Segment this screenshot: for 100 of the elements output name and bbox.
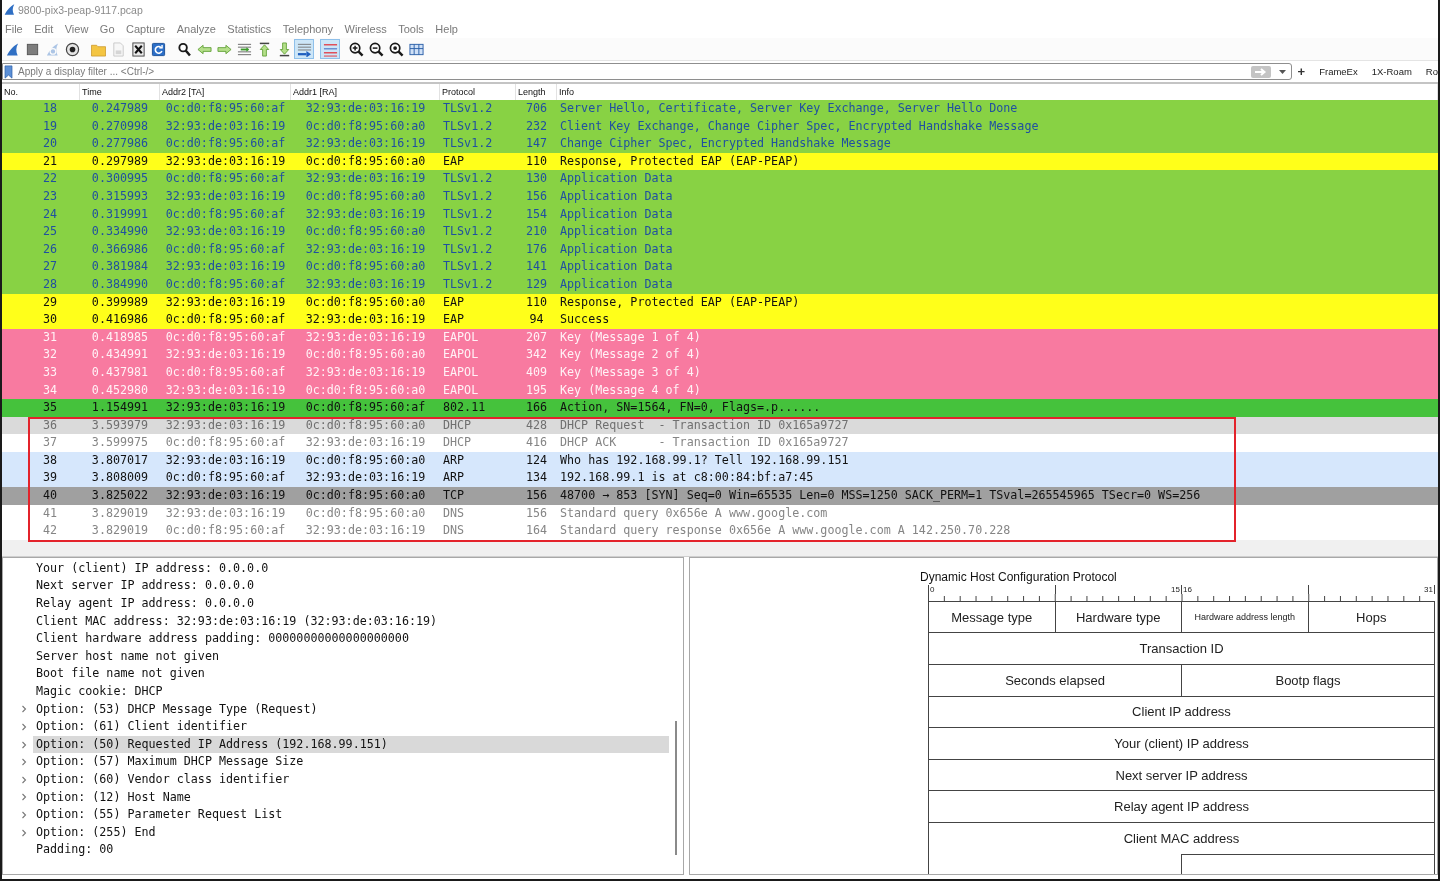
menu-item[interactable]: Statistics <box>227 22 272 35</box>
menu-item[interactable]: View <box>64 22 89 35</box>
tree-item[interactable]: Option: (53) DHCP Message Type (Request) <box>33 700 669 719</box>
menu-item[interactable]: Tools <box>398 22 424 35</box>
table-cell-text: 0.315993 <box>90 187 150 205</box>
table-cell-text: 32:93:de:03:16:19 <box>164 504 287 522</box>
menu-item[interactable]: Telephony <box>282 22 333 35</box>
bit-label: 16 <box>1182 584 1193 594</box>
add-filter-button[interactable]: + <box>1297 64 1306 79</box>
chevron-right-icon[interactable] <box>21 757 27 768</box>
packet-row[interactable]: 22 0.300995 0c:d0:f8:95:60:af 32:93:de:03:16:19 TLSv1.2 130 Application Data <box>2 170 1438 188</box>
tree-item[interactable]: Boot file name not given <box>33 665 669 683</box>
table-cell-text: 42 <box>41 522 59 540</box>
tree-item[interactable]: Padding: 00 <box>33 841 669 859</box>
table-cell-text: 0c:d0:f8:95:60:a0 <box>304 293 427 311</box>
menu-item[interactable]: Go <box>99 22 115 35</box>
table-cell-text: 32:93:de:03:16:19 <box>304 328 427 346</box>
table-cell-text: 154 <box>524 205 549 223</box>
tree-item[interactable]: Option: (61) Client identifier <box>33 718 669 736</box>
table-cell-text: 27 <box>41 258 59 276</box>
table-cell-text: 176 <box>524 240 549 258</box>
tree-item[interactable]: Client hardware address padding: 00000000000000000000 <box>33 630 669 648</box>
table-cell-text: 0c:d0:f8:95:60:af <box>164 522 287 540</box>
tree-item[interactable]: Server host name not given <box>33 647 669 666</box>
chevron-right-icon[interactable] <box>21 827 27 838</box>
bit-label: 0 <box>929 584 936 594</box>
table-cell-text: 141 <box>524 258 549 276</box>
table-cell-text: Action, SN=1564, FN=0, Flags=.p...... <box>559 399 822 417</box>
table-cell-text: 0c:d0:f8:95:60:af <box>164 100 287 117</box>
packet-row[interactable]: 39 3.808009 0c:d0:f8:95:60:af 32:93:de:03:16:19 ARP 134 192.168.99.1 is at c8:00:84:bf:a7:45 <box>2 469 1438 488</box>
table-cell-text: 409 <box>524 363 549 381</box>
filter-field[interactable]: Apply a display filter ... <Ctrl-/> <box>2 63 1292 80</box>
table-cell-text: 706 <box>524 100 549 117</box>
table-cell-text: 32:93:de:03:16:19 <box>304 522 427 540</box>
chevron-right-icon[interactable] <box>21 774 27 785</box>
table-cell-text: ARP <box>442 469 466 487</box>
bookmark-icon[interactable] <box>4 64 13 79</box>
scrollbar-thumb[interactable] <box>675 720 677 855</box>
packet-row[interactable]: 27 0.381984 32:93:de:03:16:19 0c:d0:f8:95:60:a0 TLSv1.2 141 Application Data <box>2 258 1438 276</box>
table-cell-text: 0c:d0:f8:95:60:af <box>164 363 287 381</box>
chevron-right-icon[interactable] <box>21 792 27 803</box>
packet-row[interactable]: 20 0.277986 0c:d0:f8:95:60:af 32:93:de:03:16:19 TLSv1.2 147 Change Cipher Spec, Encrypted Handshake Message <box>2 135 1438 153</box>
table-cell-text: 416 <box>524 434 549 452</box>
tree-item[interactable]: Your (client) IP address: 0.0.0.0 <box>33 559 669 578</box>
table-cell-text: 30 <box>41 311 59 329</box>
filter-input[interactable]: Apply a display filter ... <Ctrl-/> <box>18 64 1251 79</box>
tree-item[interactable]: Option: (55) Parameter Request List <box>33 806 669 824</box>
chevron-right-icon[interactable] <box>21 722 27 732</box>
table-cell-text: 166 <box>524 399 549 417</box>
table-cell-text: 0c:d0:f8:95:60:af <box>304 399 427 417</box>
packet-row[interactable]: 25 0.334990 32:93:de:03:16:19 0c:d0:f8:95:60:a0 TLSv1.2 210 Application Data <box>2 223 1438 241</box>
tree-item[interactable]: Client MAC address: 32:93:de:03:16:19 (32:93:de:03:16:19) <box>33 612 669 631</box>
packet-row[interactable]: 18 0.247989 0c:d0:f8:95:60:af 32:93:de:03:16:19 TLSv1.2 706 Server Hello, Certificate, Server Key Exchange, Server Hello Done <box>2 100 1438 118</box>
tree-item[interactable]: Option: (50) Requested IP Address (192.168.99.151) <box>33 735 669 754</box>
table-cell-text: EAP <box>442 293 466 311</box>
chevron-right-icon[interactable] <box>21 809 27 820</box>
packet-row[interactable]: 40 3.825022 32:93:de:03:16:19 0c:d0:f8:95:60:a0 TCP 156 48700 → 853 [SYN] Seq=0 Win=65535 Len=0 MSS=1250 SACK_PERM=1 TSval=265545965 TSecr=0 WS=256 <box>2 487 1438 505</box>
table-cell-text: 0.384990 <box>90 275 150 293</box>
menu-item[interactable]: Wireless <box>344 22 387 35</box>
filter-button[interactable]: FrameEx <box>1319 66 1358 77</box>
menu-item[interactable]: Analyze <box>176 22 216 35</box>
table-cell-text: 94 <box>528 311 545 329</box>
menu-item[interactable]: Capture <box>126 22 166 35</box>
table-cell-text: 32:93:de:03:16:19 <box>164 293 287 311</box>
table-cell-text: 195 <box>524 381 549 399</box>
tree-item[interactable]: Option: (255) End <box>33 823 669 842</box>
chevron-right-icon[interactable] <box>21 704 27 715</box>
packet-row[interactable]: 30 0.416986 0c:d0:f8:95:60:af 32:93:de:03:16:19 EAP 94 Success <box>2 311 1438 329</box>
diagram-field: Relay agent IP address <box>928 790 1434 822</box>
filter-button[interactable]: 1X-Roam <box>1371 66 1412 77</box>
diagram-field: Bootp flags <box>1181 664 1434 696</box>
tree-item[interactable]: Relay agent IP address: 0.0.0.0 <box>33 595 669 613</box>
table-cell-text: 19 <box>41 117 59 135</box>
table-cell-text: 41 <box>41 504 59 522</box>
packet-row[interactable]: 35 1.154991 32:93:de:03:16:19 0c:d0:f8:95:60:af 802.11 166 Action, SN=1564, FN=0, Flags=.p...... <box>2 399 1438 417</box>
filter-button[interactable]: Ro <box>1425 66 1438 77</box>
table-cell-text: DNS <box>442 504 466 522</box>
table-cell-text: 38 <box>41 451 59 469</box>
tree-item[interactable]: Next server IP address: 0.0.0.0 <box>33 577 669 596</box>
table-cell-text: 428 <box>524 416 549 434</box>
table-cell-text: 0c:d0:f8:95:60:af <box>164 469 287 487</box>
table-cell-text: TCP <box>442 487 466 505</box>
tree-item[interactable]: Option: (57) Maximum DHCP Message Size <box>33 753 669 771</box>
table-cell-text: 32:93:de:03:16:19 <box>164 152 287 170</box>
table-cell-text: 25 <box>41 223 59 241</box>
tree-item[interactable]: Option: (12) Host Name <box>33 788 669 807</box>
table-cell-text: 32:93:de:03:16:19 <box>164 223 287 241</box>
menu-item[interactable]: Edit <box>34 22 54 35</box>
table-cell-text: Application Data <box>559 275 674 293</box>
menu-item[interactable]: Help <box>435 22 458 35</box>
diagram-field: Next server IP address <box>928 758 1434 791</box>
diagram-field: Hops <box>1307 600 1434 633</box>
table-cell-text: TLSv1.2 <box>442 170 494 188</box>
tree-item[interactable]: Option: (60) Vendor class identifier <box>33 770 669 789</box>
diagram-field: Client IP address <box>928 695 1434 728</box>
tree-item[interactable]: Magic cookie: DHCP <box>33 683 669 701</box>
table-cell-text: Application Data <box>559 187 674 205</box>
menu-item[interactable]: File <box>5 22 23 35</box>
caret-down-icon[interactable] <box>1278 69 1286 74</box>
chevron-right-icon[interactable] <box>21 739 27 750</box>
